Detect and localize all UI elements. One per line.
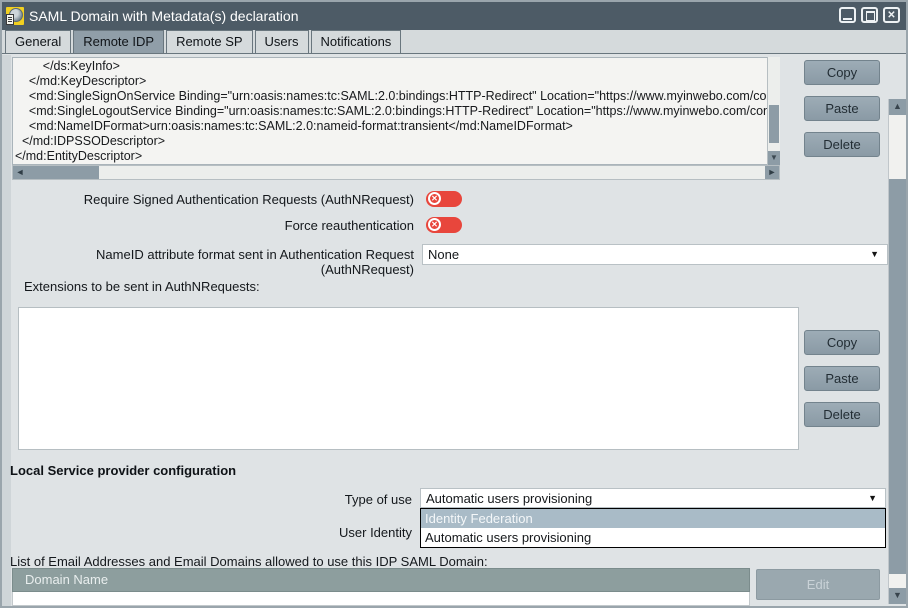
document-icon	[6, 14, 14, 25]
close-icon[interactable]: ✕	[883, 7, 900, 23]
titlebar: SAML Domain with Metadata(s) declaration…	[2, 2, 906, 30]
tab-notifications[interactable]: Notifications	[311, 30, 402, 53]
type-of-use-dropdown-list: Identity Federation Automatic users prov…	[420, 508, 886, 548]
xml-line: <md:SingleSignOnService Binding="urn:oas…	[15, 89, 779, 104]
metadata-copy-button[interactable]: Copy	[804, 60, 880, 85]
nameid-format-label: NameID attribute format sent in Authenti…	[2, 247, 414, 277]
extensions-editor[interactable]	[18, 307, 799, 450]
metadata-horizontal-scrollbar[interactable]: ◄ ►	[12, 165, 780, 180]
option-automatic-provisioning[interactable]: Automatic users provisioning	[421, 528, 885, 547]
scroll-up-icon[interactable]: ▲	[889, 99, 906, 115]
local-sp-heading: Local Service provider configuration	[10, 463, 236, 478]
tab-remote-idp[interactable]: Remote IDP	[73, 30, 164, 53]
toggle-off-x-icon: ✕	[428, 192, 441, 205]
extensions-copy-button[interactable]: Copy	[804, 330, 880, 355]
tab-bar: General Remote IDP Remote SP Users Notif…	[2, 30, 906, 54]
domain-name-column-header[interactable]: Domain Name	[12, 568, 750, 592]
scroll-down-icon[interactable]: ▼	[768, 151, 780, 165]
force-reauth-toggle[interactable]: ✕	[426, 217, 462, 233]
tab-users[interactable]: Users	[255, 30, 309, 53]
type-of-use-select[interactable]: Automatic users provisioning ▼	[420, 488, 886, 508]
metadata-delete-button[interactable]: Delete	[804, 132, 880, 157]
table-row[interactable]	[12, 592, 750, 606]
tab-remote-sp[interactable]: Remote SP	[166, 30, 252, 53]
toggle-off-x-icon: ✕	[428, 218, 441, 231]
force-reauth-label: Force reauthentication	[2, 218, 414, 233]
extensions-paste-button[interactable]: Paste	[804, 366, 880, 391]
xml-line: <md:SingleLogoutService Binding="urn:oas…	[15, 104, 779, 119]
selected-value: None	[428, 247, 459, 262]
type-of-use-label: Type of use	[2, 492, 412, 507]
tab-content-remote-idp: </ds:KeyInfo> </md:KeyDescriptor> <md:Si…	[2, 55, 906, 606]
window-controls: ✕	[839, 7, 900, 23]
xml-line: </ds:KeyInfo>	[15, 59, 779, 74]
app-icon	[6, 7, 24, 25]
extensions-delete-button[interactable]: Delete	[804, 402, 880, 427]
scroll-right-icon[interactable]: ►	[765, 166, 779, 179]
minimize-icon[interactable]	[839, 7, 856, 23]
option-identity-federation[interactable]: Identity Federation	[421, 509, 885, 528]
require-signed-toggle[interactable]: ✕	[426, 191, 462, 207]
selected-value: Automatic users provisioning	[426, 491, 592, 506]
scrollbar-thumb[interactable]	[889, 179, 906, 574]
tab-general[interactable]: General	[5, 30, 71, 53]
saml-domain-dialog: SAML Domain with Metadata(s) declaration…	[0, 0, 908, 608]
metadata-xml-editor[interactable]: </ds:KeyInfo> </md:KeyDescriptor> <md:Si…	[12, 57, 780, 165]
edit-button-disabled[interactable]: Edit	[756, 569, 880, 600]
xml-line: </md:KeyDescriptor>	[15, 74, 779, 89]
nameid-format-select[interactable]: None ▼	[422, 244, 888, 265]
metadata-paste-button[interactable]: Paste	[804, 96, 880, 121]
scrollbar-thumb[interactable]	[27, 166, 99, 179]
scrollbar-thumb[interactable]	[769, 105, 779, 143]
window-title: SAML Domain with Metadata(s) declaration	[29, 8, 299, 24]
xml-line: </md:IDPSSODescriptor>	[15, 134, 779, 149]
window-vertical-scrollbar[interactable]: ▲ ▼	[888, 99, 906, 604]
scroll-down-icon[interactable]: ▼	[889, 588, 906, 604]
require-signed-label: Require Signed Authentication Requests (…	[2, 192, 414, 207]
restore-icon[interactable]	[861, 7, 878, 23]
extensions-label: Extensions to be sent in AuthNRequests:	[24, 279, 260, 294]
scroll-left-icon[interactable]: ◄	[13, 166, 27, 179]
email-domains-label: List of Email Addresses and Email Domain…	[10, 554, 488, 569]
chevron-down-icon: ▼	[870, 245, 879, 264]
metadata-vertical-scrollbar[interactable]: ▼	[767, 57, 780, 165]
chevron-down-icon: ▼	[868, 489, 877, 507]
xml-line: </md:EntityDescriptor>	[15, 149, 779, 164]
user-identity-label: User Identity	[2, 525, 412, 540]
xml-line: <md:NameIDFormat>urn:oasis:names:tc:SAML…	[15, 119, 779, 134]
